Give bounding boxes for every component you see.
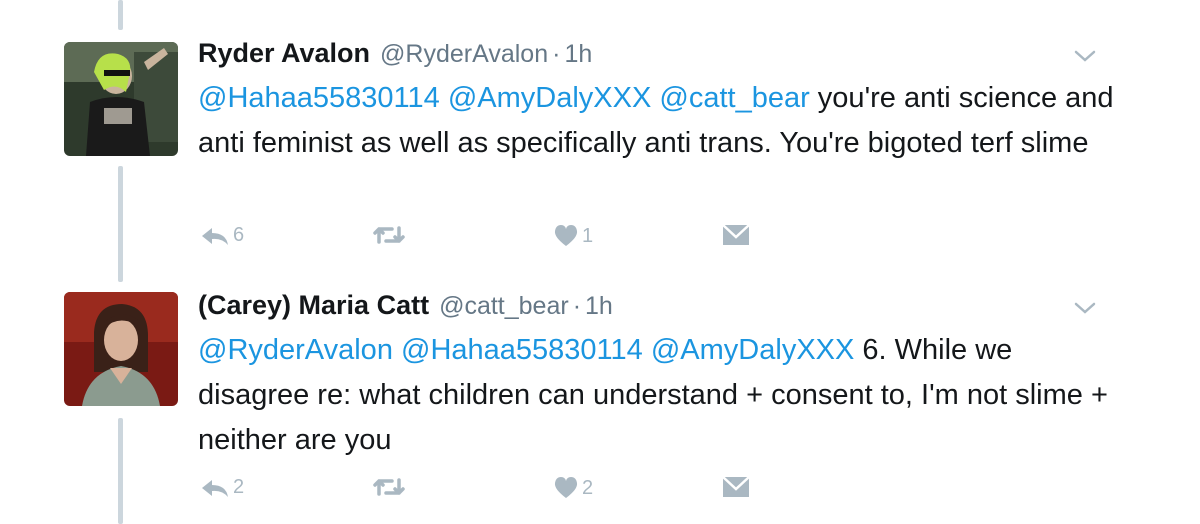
mention-link[interactable]: @Hahaa55830114 [401, 334, 643, 366]
like-count: 1 [582, 224, 594, 247]
like-count: 2 [582, 476, 594, 499]
tweet-text: @RyderAvalon @Hahaa55830114 @AmyDalyXXX … [198, 328, 1128, 463]
reply-icon [202, 227, 228, 245]
avatar[interactable] [64, 42, 178, 156]
text-span [393, 334, 401, 366]
thread-line-top [118, 0, 123, 30]
reply-count: 6 [233, 224, 245, 246]
mention-link[interactable]: @AmyDalyXXX [651, 334, 854, 366]
reply-button[interactable]: 2 [200, 476, 244, 499]
tweet-header: (Carey) Maria Catt @catt_bear · 1h [198, 290, 613, 330]
mention-link[interactable]: @RyderAvalon [198, 334, 393, 366]
text-span [440, 82, 448, 114]
thread-line-bottom [118, 418, 123, 524]
direct-message-button[interactable] [722, 476, 750, 498]
tweet-actions: 6 1 [198, 224, 798, 254]
mention-link[interactable]: @AmyDalyXXX [448, 82, 651, 114]
username[interactable]: @catt_bear [439, 292, 569, 321]
like-button[interactable]: 2 [553, 476, 593, 500]
tweet-actions: 2 2 [198, 476, 798, 506]
tweet-header: Ryder Avalon @RyderAvalon · 1h [198, 38, 592, 78]
avatar-photo-icon [64, 42, 178, 156]
envelope-icon [722, 224, 750, 245]
timestamp[interactable]: 1h [564, 40, 592, 69]
mention-link[interactable]: @catt_bear [659, 82, 809, 114]
retweet-button[interactable] [372, 224, 409, 246]
avatar[interactable] [64, 292, 178, 406]
direct-message-button[interactable] [722, 224, 750, 246]
reply-icon [202, 479, 228, 497]
retweet-icon [373, 226, 405, 244]
username[interactable]: @RyderAvalon [380, 40, 548, 69]
retweet-icon [373, 478, 405, 496]
separator: · [572, 292, 582, 320]
separator: · [552, 40, 561, 68]
like-button[interactable]: 1 [553, 224, 593, 248]
display-name[interactable]: (Carey) Maria Catt [198, 290, 429, 321]
timestamp[interactable]: 1h [585, 292, 613, 321]
chevron-down-icon[interactable] [1072, 46, 1098, 66]
mention-link[interactable]: @Hahaa55830114 [198, 82, 440, 114]
tweet-text: @Hahaa55830114 @AmyDalyXXX @catt_bear yo… [198, 76, 1128, 166]
thread-line-middle [118, 166, 123, 282]
heart-icon [554, 225, 578, 246]
retweet-button[interactable] [372, 476, 409, 498]
avatar-photo-icon [64, 292, 178, 406]
heart-icon [554, 477, 578, 498]
display-name[interactable]: Ryder Avalon [198, 38, 370, 69]
reply-count: 2 [233, 476, 245, 498]
reply-button[interactable]: 6 [200, 224, 244, 247]
text-span [643, 334, 651, 366]
envelope-icon [722, 476, 750, 497]
chevron-down-icon[interactable] [1072, 298, 1098, 318]
